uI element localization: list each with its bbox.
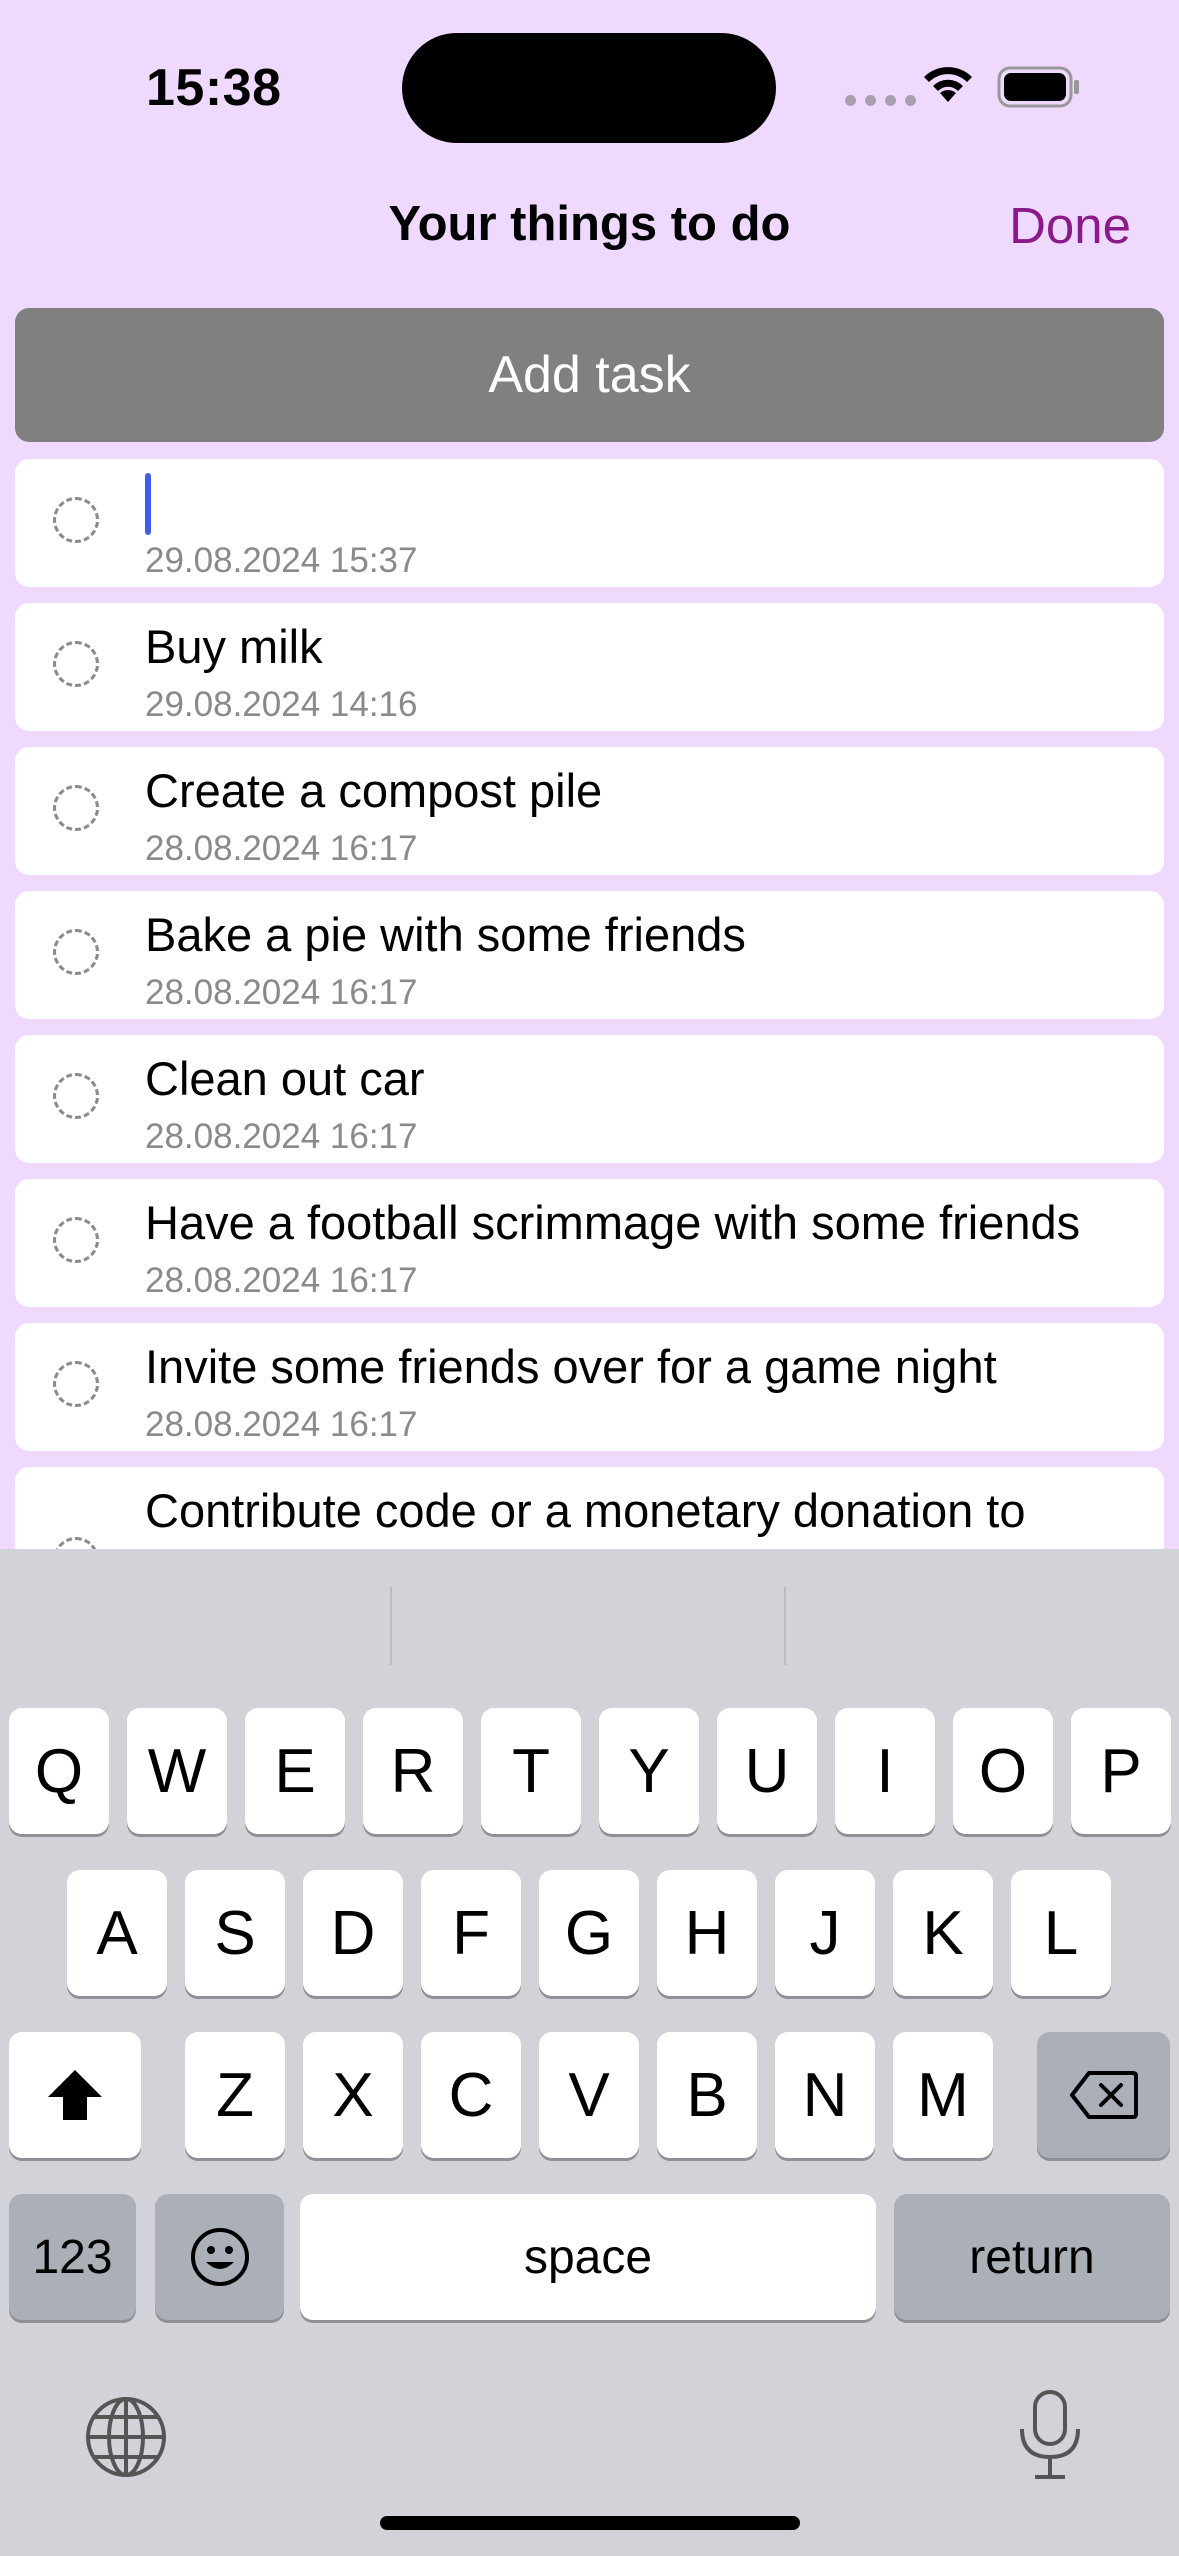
task-row[interactable]: Buy milk 29.08.2024 14:16: [15, 603, 1164, 731]
cellular-signal-icon: [845, 95, 916, 106]
page-title: Your things to do: [388, 197, 791, 251]
task-checkbox[interactable]: [53, 1073, 99, 1119]
task-date: 28.08.2024 16:17: [145, 973, 418, 1012]
task-date: 29.08.2024 15:37: [145, 541, 418, 580]
task-checkbox[interactable]: [53, 785, 99, 831]
key-w[interactable]: W: [127, 1708, 227, 1834]
emoji-icon: [190, 2228, 249, 2286]
keyboard: Q W E R T Y U I O P A S D F G H J K L Z …: [0, 1549, 1179, 2556]
task-row[interactable]: Bake a pie with some friends 28.08.2024 …: [15, 891, 1164, 1019]
backspace-icon: [1069, 2071, 1138, 2119]
suggestion-divider: [390, 1587, 392, 1665]
task-row-editing[interactable]: 29.08.2024 15:37: [15, 459, 1164, 587]
task-date: 28.08.2024 16:17: [145, 1261, 418, 1300]
key-b[interactable]: B: [657, 2032, 757, 2158]
status-time: 15:38: [146, 59, 282, 117]
key-y[interactable]: Y: [599, 1708, 699, 1834]
task-row[interactable]: Contribute code or a monetary donation t…: [15, 1467, 1164, 1549]
key-e[interactable]: E: [245, 1708, 345, 1834]
task-row[interactable]: Invite some friends over for a game nigh…: [15, 1323, 1164, 1451]
key-l[interactable]: L: [1011, 1870, 1111, 1996]
task-title[interactable]: Contribute code or a monetary donation t…: [145, 1483, 1026, 1538]
key-m[interactable]: M: [893, 2032, 993, 2158]
task-checkbox[interactable]: [53, 1217, 99, 1263]
text-cursor: [145, 473, 151, 535]
done-button[interactable]: Done: [1009, 196, 1131, 255]
task-checkbox[interactable]: [53, 1361, 99, 1407]
key-t[interactable]: T: [481, 1708, 581, 1834]
dynamic-island: [402, 33, 776, 143]
backspace-key[interactable]: [1037, 2032, 1170, 2158]
numbers-key[interactable]: 123: [9, 2194, 136, 2320]
task-checkbox[interactable]: [53, 1537, 99, 1549]
battery-icon: [997, 66, 1081, 113]
task-row[interactable]: Create a compost pile 28.08.2024 16:17: [15, 747, 1164, 875]
task-checkbox[interactable]: [53, 929, 99, 975]
task-checkbox[interactable]: [53, 641, 99, 687]
key-s[interactable]: S: [185, 1870, 285, 1996]
task-row[interactable]: Have a football scrimmage with some frie…: [15, 1179, 1164, 1307]
task-date: 28.08.2024 16:17: [145, 829, 418, 868]
key-r[interactable]: R: [363, 1708, 463, 1834]
task-title[interactable]: Create a compost pile: [145, 763, 602, 818]
task-row[interactable]: Clean out car 28.08.2024 16:17: [15, 1035, 1164, 1163]
key-h[interactable]: H: [657, 1870, 757, 1996]
shift-icon: [48, 2070, 102, 2120]
key-c[interactable]: C: [421, 2032, 521, 2158]
task-title[interactable]: Have a football scrimmage with some frie…: [145, 1195, 1080, 1250]
task-title[interactable]: Invite some friends over for a game nigh…: [145, 1339, 997, 1394]
task-title[interactable]: Buy milk: [145, 619, 323, 674]
key-p[interactable]: P: [1071, 1708, 1171, 1834]
globe-icon[interactable]: [84, 2395, 168, 2484]
suggestion-divider: [784, 1587, 786, 1665]
key-n[interactable]: N: [775, 2032, 875, 2158]
key-d[interactable]: D: [303, 1870, 403, 1996]
return-key[interactable]: return: [894, 2194, 1170, 2320]
task-date: 29.08.2024 14:16: [145, 685, 418, 724]
microphone-icon[interactable]: [1015, 2389, 1085, 2486]
key-a[interactable]: A: [67, 1870, 167, 1996]
key-j[interactable]: J: [775, 1870, 875, 1996]
shift-key[interactable]: [9, 2032, 141, 2158]
key-f[interactable]: F: [421, 1870, 521, 1996]
add-task-button[interactable]: Add task: [15, 308, 1164, 442]
task-list[interactable]: 29.08.2024 15:37 Buy milk 29.08.2024 14:…: [15, 459, 1164, 1549]
task-checkbox[interactable]: [53, 497, 99, 543]
key-g[interactable]: G: [539, 1870, 639, 1996]
key-v[interactable]: V: [539, 2032, 639, 2158]
task-date: 28.08.2024 16:17: [145, 1405, 418, 1444]
emoji-key[interactable]: [155, 2194, 284, 2320]
key-k[interactable]: K: [893, 1870, 993, 1996]
key-z[interactable]: Z: [185, 2032, 285, 2158]
key-i[interactable]: I: [835, 1708, 935, 1834]
key-u[interactable]: U: [717, 1708, 817, 1834]
wifi-icon: [920, 62, 976, 109]
task-title[interactable]: Bake a pie with some friends: [145, 907, 746, 962]
key-q[interactable]: Q: [9, 1708, 109, 1834]
key-x[interactable]: X: [303, 2032, 403, 2158]
home-indicator: [380, 2516, 800, 2530]
key-o[interactable]: O: [953, 1708, 1053, 1834]
space-key[interactable]: space: [300, 2194, 876, 2320]
task-date: 28.08.2024 16:17: [145, 1117, 418, 1156]
task-title[interactable]: Clean out car: [145, 1051, 425, 1106]
